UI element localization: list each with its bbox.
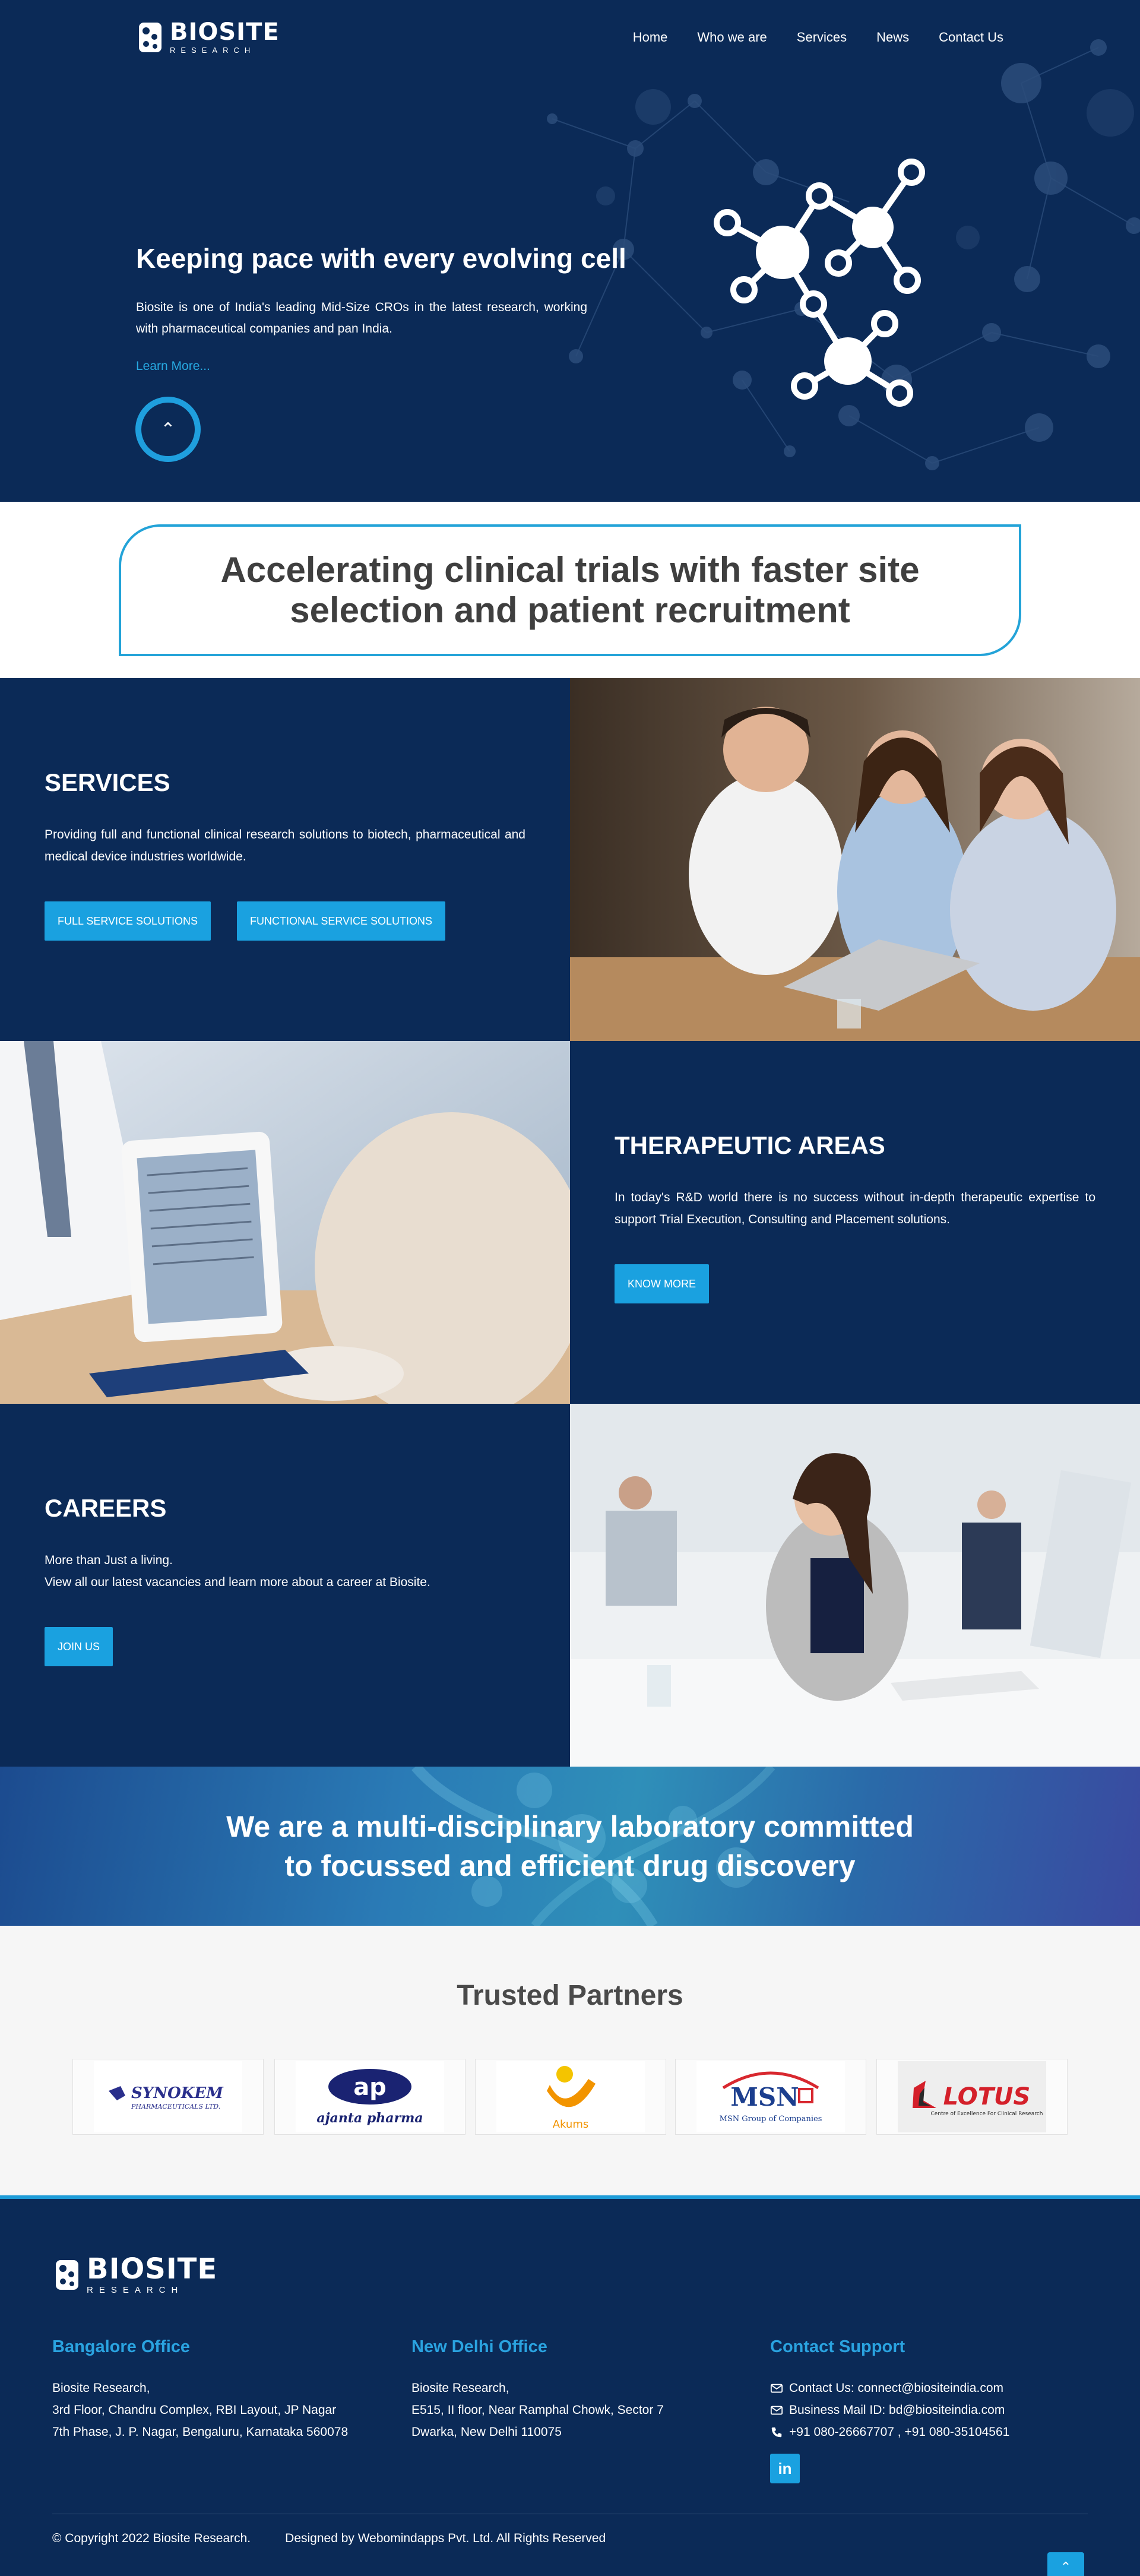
careers-section: CAREERS More than Just a living. View al… [0,1404,1140,1767]
ajanta-name: ajanta pharma [316,2110,423,2126]
msn-sub: MSN Group of Companies [720,2115,822,2124]
phone-icon [771,2427,782,2437]
careers-line-2: View all our latest vacancies and learn … [45,1575,430,1589]
nav-services[interactable]: Services [797,30,847,45]
services-title: SERVICES [45,768,170,796]
msn-name: MSN [730,2083,799,2112]
hero-title: Keeping pace with every evolving cell [136,243,626,274]
footer-logo-name: BIOSITE [87,2252,218,2286]
services-text: Providing full and functional clinical r… [45,828,525,863]
bangalore-address: Biosite Research, 3rd Floor, Chandru Com… [52,2377,373,2443]
bangalore-heading: Bangalore Office [52,2337,191,2356]
logo-mark-icon [139,22,162,52]
tagline-text: Accelerating clinical trials with faster… [220,550,920,630]
main-nav: Home Who we are Services News Contact Us [633,30,1003,45]
partner-card-ajanta[interactable]: ap ajanta pharma [274,2059,466,2135]
full-service-solutions-button[interactable]: FULL SERVICE SOLUTIONS [45,901,211,941]
chevron-up-icon: ⌃ [160,419,176,439]
hero-section: BIOSITE RESEARCH Home Who we are Service… [0,0,1140,502]
lab-text: We are a multi-disciplinary laboratory c… [226,1810,914,1882]
bangalore-line-3: 7th Phase, J. P. Nagar, Bengaluru, Karna… [52,2425,349,2439]
therapeutic-title: THERAPEUTIC AREAS [615,1131,885,1159]
linkedin-icon[interactable]: in [770,2454,800,2483]
business-email-row[interactable]: Business Mail ID: bd@biositeindia.com [770,2399,1091,2421]
phone-row[interactable]: +91 080-26667707 , +91 080-35104561 [770,2421,1091,2443]
synokem-name: SYNOKEM [131,2084,224,2102]
site-footer: BIOSITE RESEARCH Bangalore Office Biosit… [0,2199,1140,2576]
therapeutic-text: In today's R&D world there is no success… [615,1191,1095,1226]
learn-more-link[interactable]: Learn More... [136,359,210,374]
delhi-line-1: Biosite Research, [411,2381,509,2395]
akums-name: Akums [553,2118,589,2131]
partners-title: Trusted Partners [457,1980,683,2011]
akums-logo: Akums [496,2061,645,2132]
ajanta-mark: ap [353,2074,387,2101]
copyright-text: © Copyright 2022 Biosite Research. [52,2531,251,2545]
synokem-logo: SYNOKEM PHARMACEUTICALS LTD. [94,2061,242,2132]
envelope-icon [770,2384,783,2393]
partner-card-synokem[interactable]: SYNOKEM PHARMACEUTICALS LTD. [72,2059,264,2135]
delhi-line-3: Dwarka, New Delhi 110075 [411,2425,562,2439]
bangalore-line-1: Biosite Research, [52,2381,150,2395]
lab-banner: We are a multi-disciplinary laboratory c… [0,1767,1140,1926]
contact-support: Contact Support Contact Us: connect@bios… [770,2337,1091,2483]
synokem-sub: PHARMACEUTICALS LTD. [131,2103,220,2110]
partner-card-lotus[interactable]: LOTUS Centre of Excellence For Clinical … [876,2059,1068,2135]
therapeutic-section: THERAPEUTIC AREAS In today's R&D world t… [0,1041,1140,1404]
careers-title: CAREERS [45,1494,167,1522]
join-us-button[interactable]: JOIN US [45,1627,113,1666]
ajanta-pharma-logo: ap ajanta pharma [296,2061,444,2132]
logo-mark-icon [56,2259,78,2290]
nav-news[interactable]: News [876,30,909,45]
chevron-up-icon: ⌃ [1060,2559,1072,2574]
partner-card-msn[interactable]: MSN MSN Group of Companies [675,2059,866,2135]
services-section: SERVICES Providing full and functional c… [0,678,1140,1041]
copyright-row: © Copyright 2022 Biosite Research. Desig… [52,2531,606,2546]
tagline-box: Accelerating clinical trials with faster… [119,524,1021,656]
delhi-office: New Delhi Office Biosite Research, E515,… [411,2337,729,2443]
scroll-up-button[interactable]: ⌃ [135,397,201,462]
careers-text: More than Just a living. View all our la… [45,1549,525,1593]
careers-photo [570,1404,1140,1767]
contact-email[interactable]: Contact Us: connect@biositeindia.com [789,2377,1003,2399]
footer-logo[interactable]: BIOSITE RESEARCH [56,2255,217,2295]
delhi-address: Biosite Research, E515, II floor, Near R… [411,2377,729,2443]
services-photo [570,678,1140,1041]
logo-name: BIOSITE [170,18,280,46]
nav-home[interactable]: Home [633,30,668,45]
nav-contact-us[interactable]: Contact Us [939,30,1003,45]
contact-email-row[interactable]: Contact Us: connect@biositeindia.com [770,2377,1091,2399]
envelope-icon [770,2406,783,2414]
support-heading: Contact Support [770,2337,905,2356]
lotus-logo: LOTUS Centre of Excellence For Clinical … [898,2061,1046,2132]
msn-logo: MSN MSN Group of Companies [696,2061,845,2132]
lotus-name: LOTUS [943,2083,1031,2110]
designed-by-text: Designed by Webomindapps Pvt. Ltd. All R… [285,2531,606,2545]
lotus-sub: Centre of Excellence For Clinical Resear… [931,2111,1043,2117]
nav-who-we-are[interactable]: Who we are [697,30,767,45]
back-to-top-button[interactable]: ⌃ [1047,2552,1084,2576]
partner-card-akums[interactable]: Akums [475,2059,666,2135]
logo-tagline: RESEARCH [170,46,256,55]
business-email[interactable]: Business Mail ID: bd@biositeindia.com [789,2399,1005,2421]
careers-line-1: More than Just a living. [45,1553,173,1567]
bangalore-office: Bangalore Office Biosite Research, 3rd F… [52,2337,373,2443]
footer-logo-tagline: RESEARCH [87,2285,184,2295]
functional-service-solutions-button[interactable]: FUNCTIONAL SERVICE SOLUTIONS [237,901,446,941]
site-logo[interactable]: BIOSITE RESEARCH [139,20,280,54]
delhi-line-2: E515, II floor, Near Ramphal Chowk, Sect… [411,2403,664,2417]
phone-numbers[interactable]: +91 080-26667707 , +91 080-35104561 [789,2421,1009,2443]
hero-text: Biosite is one of India's leading Mid-Si… [136,300,587,336]
know-more-button[interactable]: KNOW MORE [615,1264,709,1303]
delhi-heading: New Delhi Office [411,2337,547,2356]
tagline-banner: Accelerating clinical trials with faster… [0,502,1140,678]
therapeutic-photo [0,1041,570,1404]
bangalore-line-2: 3rd Floor, Chandru Complex, RBI Layout, … [52,2403,337,2417]
partners-section: Trusted Partners SYNOKEM PHARMACEUTICALS… [0,1926,1140,2199]
